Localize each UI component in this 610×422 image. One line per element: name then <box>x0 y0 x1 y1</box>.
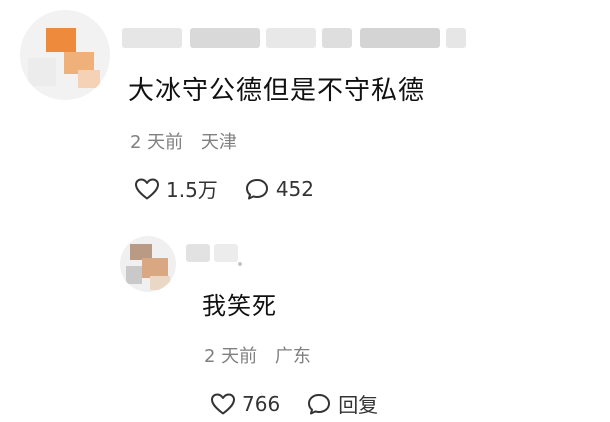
comment-location: 天津 <box>200 132 237 153</box>
like-button[interactable]: 766 <box>210 392 280 416</box>
reply-time: 2 天前 <box>204 346 258 367</box>
heart-icon <box>211 393 235 414</box>
reply-location: 广东 <box>274 346 311 367</box>
reply-count: 452 <box>275 176 314 201</box>
reply-count-button[interactable]: 452 <box>244 177 314 201</box>
reply-meta: 2 天前 广东 <box>204 342 323 368</box>
comment-time: 2 天前 <box>130 132 184 153</box>
like-button[interactable]: 1.5万 <box>134 174 218 203</box>
comment-text: 大冰守公德但是不守私德 <box>128 76 426 106</box>
comment-bubble-icon <box>308 393 331 414</box>
avatar[interactable] <box>120 236 176 292</box>
reply-actions: 766 回复 <box>210 389 404 418</box>
like-count: 766 <box>242 391 281 416</box>
reply-text: 我笑死 <box>202 292 277 320</box>
reply-label: 回复 <box>338 393 379 417</box>
comment-actions: 1.5万 452 <box>134 174 340 203</box>
comment-bubble-icon <box>245 178 268 199</box>
reply-button[interactable]: 回复 <box>306 389 378 418</box>
like-count: 1.5万 <box>166 178 218 202</box>
comment-meta: 2 天前 天津 <box>130 128 249 154</box>
avatar[interactable] <box>20 10 110 100</box>
heart-icon <box>135 178 159 199</box>
